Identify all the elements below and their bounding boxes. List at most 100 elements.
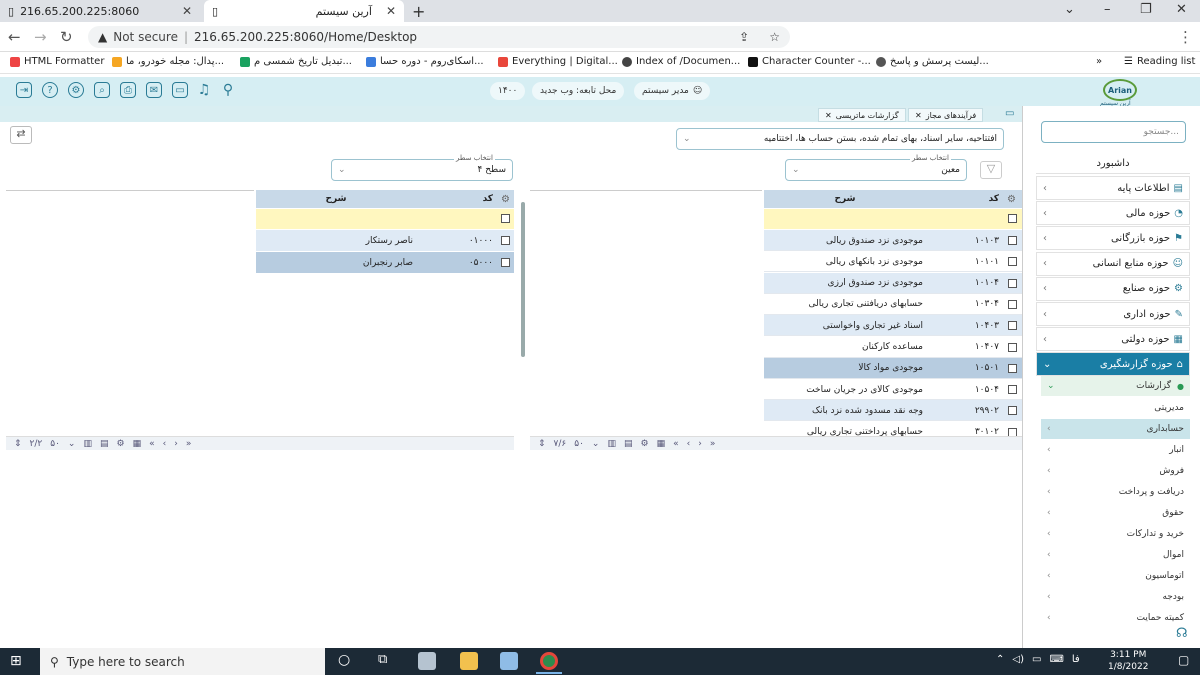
bell-icon[interactable]: ♫ xyxy=(196,82,212,98)
sidebar-subitem[interactable]: ‹ فروش xyxy=(1041,461,1190,481)
gear-icon[interactable]: ⚙ xyxy=(1004,190,1020,208)
reload-icon[interactable]: ↻ xyxy=(60,28,73,46)
headset-icon[interactable]: ☊ xyxy=(1176,626,1188,641)
logout-icon[interactable]: ⇥ xyxy=(16,82,32,98)
sidebar-subitem[interactable]: ‹ کمیته حمایت xyxy=(1041,608,1190,628)
document-types-select[interactable]: ⌄ افتتاحیه، سایر اسناد، بهای تمام شده، ب… xyxy=(676,128,1004,150)
sort-icon[interactable]: ⇕ xyxy=(14,439,22,449)
gear-icon[interactable]: ⚙ xyxy=(641,439,649,449)
sidebar-subitem-reports[interactable]: ⌄ گزارشات ● xyxy=(1041,376,1190,396)
gear-icon[interactable]: ⚙ xyxy=(498,190,514,208)
checkbox[interactable] xyxy=(1008,406,1017,416)
new-tab-icon[interactable]: + xyxy=(412,2,425,21)
bookmark-item[interactable]: لیست پرسش و پاسخ... xyxy=(876,56,989,67)
next-page-icon[interactable]: › xyxy=(174,439,178,449)
task-view-icon[interactable]: ⧉ xyxy=(378,652,387,667)
last-page-icon[interactable]: » xyxy=(710,439,716,449)
bookmark-item[interactable]: Everything | Digital... xyxy=(498,56,618,67)
table-row-filter[interactable] xyxy=(764,209,1022,229)
prev-page-icon[interactable]: ‹ xyxy=(163,439,167,449)
network-icon[interactable]: ▭ xyxy=(1032,654,1041,665)
bookmark-item[interactable]: اسکای‌روم - دوره حسا... xyxy=(366,56,484,67)
sidebar-item-hr[interactable]: ‹ حوزه منابع انسانی ☺ xyxy=(1036,251,1190,276)
table-row[interactable]: اسناد غیر تجاری واخواستی ۱۰۴۰۳ xyxy=(764,315,1022,337)
next-page-icon[interactable]: › xyxy=(698,439,702,449)
table-row[interactable]: موجودی نزد صندوق ریالی ۱۰۱۰۳ xyxy=(764,230,1022,251)
sidebar-item-finance[interactable]: ‹ حوزه مالی ◔ xyxy=(1036,201,1190,226)
search-icon[interactable]: ⚲ xyxy=(220,82,236,98)
table-row[interactable]: وجه نقد مسدود شده نزد بانک ۲۹۹۰۲ xyxy=(764,400,1022,422)
bookmark-item[interactable]: تبدیل تاریخ شمسی م... xyxy=(240,56,352,67)
sort-icon[interactable]: ⇕ xyxy=(538,439,546,449)
sidebar-subitem[interactable]: ‹ حسابداری xyxy=(1041,419,1190,439)
sidebar-item-reporting[interactable]: ⌄ حوزه گزارشگیری ⌂ xyxy=(1036,352,1190,377)
tab-matrix-reports[interactable]: ✕ گزارشات ماتریسی xyxy=(818,108,906,122)
kebab-menu-icon[interactable]: ⋮ xyxy=(1178,28,1193,46)
close-icon[interactable]: ✕ xyxy=(825,111,832,120)
checkbox[interactable] xyxy=(501,236,510,245)
table-row[interactable]: موجودی مواد کالا ۱۰۵۰۱ xyxy=(764,357,1022,379)
gear-icon[interactable]: ⚙ xyxy=(68,82,84,98)
minimize-icon[interactable]: – xyxy=(1104,2,1111,17)
sidebar-subitem[interactable]: ‹ اموال xyxy=(1041,545,1190,565)
file-explorer-icon[interactable] xyxy=(460,652,478,670)
browser-tab-2[interactable]: ▯ آرین سیستم ✕ xyxy=(204,0,404,22)
column-header-code[interactable]: کد xyxy=(418,190,496,208)
chrome-icon[interactable] xyxy=(540,652,558,670)
sidebar-subitem[interactable]: ‹ بودجه xyxy=(1041,587,1190,607)
close-window-icon[interactable]: ✕ xyxy=(1176,2,1187,17)
language-indicator[interactable]: فا xyxy=(1072,654,1080,665)
table-row-filter[interactable] xyxy=(256,209,514,229)
table-row[interactable]: مساعده کارکنان ۱۰۴۰۷ xyxy=(764,336,1022,358)
last-page-icon[interactable]: » xyxy=(186,439,192,449)
bookmark-item[interactable]: Character Counter -... xyxy=(748,56,871,67)
bookmark-item[interactable]: HTML Formatter xyxy=(10,56,104,67)
checkbox[interactable] xyxy=(501,214,510,223)
sidebar-item-industry[interactable]: ‹ حوزه صنایع ⚙ xyxy=(1036,276,1190,301)
user-menu[interactable]: مدیر سیستم ☺ xyxy=(634,82,711,100)
sidebar-item-government[interactable]: ‹ حوزه دولتی ▦ xyxy=(1036,327,1190,352)
close-icon[interactable]: ✕ xyxy=(386,4,396,18)
sidebar-item-dashboard[interactable]: داشبورد xyxy=(1036,154,1190,174)
scrollbar[interactable] xyxy=(521,202,525,357)
chat-icon[interactable]: ▭ xyxy=(172,82,188,98)
help-icon[interactable]: ? xyxy=(42,82,58,98)
mail-icon[interactable]: ✉ xyxy=(146,82,162,98)
right-row-select[interactable]: ⌄ معین xyxy=(785,159,967,181)
app-icon[interactable] xyxy=(500,652,518,670)
bookmark-item[interactable]: Index of /Documen... xyxy=(622,56,740,67)
swap-icon[interactable]: ⇄ xyxy=(10,126,32,144)
cortana-icon[interactable]: ○ xyxy=(338,652,350,668)
prev-page-icon[interactable]: ‹ xyxy=(687,439,691,449)
columns-icon[interactable]: ▥ xyxy=(607,439,616,449)
page-size[interactable]: ۵۰ xyxy=(50,439,60,449)
omnibox[interactable]: ▲ Not secure | 216.65.200.225:8060/Home/… xyxy=(88,26,790,48)
sidebar-subitem[interactable]: ‹ انبار xyxy=(1041,440,1190,460)
taskbar-search[interactable]: ⚲ Type here to search xyxy=(40,648,325,675)
more-bookmarks-button[interactable]: » xyxy=(1096,56,1102,67)
print-icon[interactable]: ⎙ xyxy=(120,82,136,98)
chevron-up-icon[interactable]: ⌃ xyxy=(996,654,1004,665)
checkbox[interactable] xyxy=(1008,236,1017,245)
taskbar-clock[interactable]: 3:11 PM 1/8/2022 xyxy=(1108,649,1148,673)
chevron-down-icon[interactable]: ⌄ xyxy=(68,439,76,449)
keyboard-icon[interactable]: ⌨ xyxy=(1049,654,1063,665)
back-arrow-icon[interactable]: ← xyxy=(8,28,21,46)
checkbox[interactable] xyxy=(1008,299,1017,309)
export-icon[interactable]: ▦ xyxy=(133,439,142,449)
share-icon[interactable]: ⇪ xyxy=(739,30,749,44)
sidebar-item-commerce[interactable]: ‹ حوزه بازرگانی ⚑ xyxy=(1036,226,1190,251)
tab-virtual-processes[interactable]: ✕ فرآیندهای مجاز xyxy=(908,108,984,122)
sidebar-subitem[interactable]: ‹ حقوق xyxy=(1041,503,1190,523)
gear-icon[interactable]: ⚙ xyxy=(117,439,125,449)
checkbox[interactable] xyxy=(1008,363,1017,373)
forward-arrow-icon[interactable]: → xyxy=(34,28,47,46)
table-row[interactable]: ناصر رستکار ۰۱۰۰۰ xyxy=(256,230,514,251)
search-doc-icon[interactable]: ⌕ xyxy=(94,82,110,98)
filter-icon[interactable]: ▽ xyxy=(980,161,1002,179)
column-header-desc[interactable]: شرح xyxy=(764,190,926,208)
columns-icon[interactable]: ▥ xyxy=(83,439,92,449)
restore-icon[interactable]: ❐ xyxy=(1140,2,1152,17)
column-header-code[interactable]: کد xyxy=(928,190,1002,208)
bookmark-item[interactable]: پدال: مجله خودرو، ما... xyxy=(112,56,224,67)
